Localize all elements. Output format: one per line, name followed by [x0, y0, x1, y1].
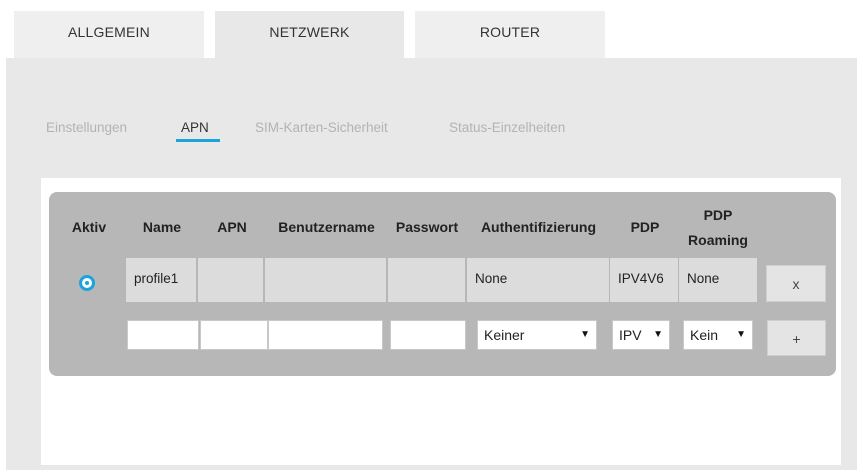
- profile-auth: None: [475, 271, 508, 286]
- tab-allgemein[interactable]: ALLGEMEIN: [14, 11, 204, 58]
- header-pdp: PDP: [630, 219, 660, 235]
- new-passwort-input[interactable]: [390, 320, 466, 350]
- cell-apn: [198, 258, 263, 302]
- profile-active-radio[interactable]: [79, 275, 95, 291]
- subtab-sim-karten-sicherheit[interactable]: SIM-Karten-Sicherheit: [255, 120, 388, 135]
- new-roaming-select[interactable]: Kein ▼: [683, 320, 753, 350]
- header-aktiv: Aktiv: [71, 219, 107, 235]
- profile-pdp-roaming: None: [687, 271, 720, 286]
- tab-allgemein-label: ALLGEMEIN: [68, 24, 150, 40]
- cell-pdp-roaming: None: [679, 258, 757, 302]
- cell-name: profile1: [126, 258, 196, 302]
- delete-profile-button[interactable]: x: [766, 265, 826, 302]
- subtab-einstellungen[interactable]: Einstellungen: [46, 120, 127, 135]
- add-label: +: [792, 331, 801, 347]
- new-pdp-select-value: IPV: [619, 327, 642, 343]
- delete-label: x: [792, 276, 800, 292]
- new-name-input[interactable]: [127, 320, 199, 350]
- cell-passwort: [388, 258, 465, 302]
- chevron-down-icon: ▼: [736, 329, 746, 340]
- header-authentifizierung: Authentifizierung: [480, 219, 597, 235]
- header-benutzername: Benutzername: [278, 219, 375, 235]
- chevron-down-icon: ▼: [653, 329, 663, 340]
- profile-pdp: IPV4V6: [618, 271, 664, 286]
- new-auth-select-value: Keiner: [484, 327, 525, 343]
- profile-name: profile1: [134, 271, 179, 286]
- cell-authentifizierung: None: [467, 258, 609, 302]
- tab-netzwerk[interactable]: NETZWERK: [215, 11, 404, 58]
- new-roaming-select-value: Kein: [690, 327, 719, 343]
- new-auth-select[interactable]: Keiner ▼: [477, 320, 597, 350]
- tab-netzwerk-label: NETZWERK: [269, 24, 350, 40]
- header-pdp-roaming-line1: PDP: [703, 207, 733, 223]
- tab-router-label: ROUTER: [479, 24, 541, 40]
- new-benutzername-input[interactable]: [268, 320, 383, 350]
- header-passwort: Passwort: [395, 219, 459, 235]
- cell-pdp: IPV4V6: [610, 258, 678, 302]
- add-profile-button[interactable]: +: [767, 320, 826, 356]
- subtab-status-einzelheiten[interactable]: Status-Einzelheiten: [449, 120, 565, 135]
- chevron-down-icon: ▼: [580, 329, 590, 340]
- cell-benutzername: [265, 258, 386, 302]
- active-subtab-indicator: [176, 139, 220, 142]
- header-pdp-roaming-line2: Roaming: [688, 232, 748, 248]
- tab-router[interactable]: ROUTER: [415, 11, 605, 58]
- header-name: Name: [142, 219, 182, 235]
- subtab-apn[interactable]: APN: [181, 120, 209, 135]
- header-apn: APN: [217, 219, 247, 235]
- new-pdp-select[interactable]: IPV ▼: [612, 320, 670, 350]
- new-apn-input[interactable]: [200, 320, 268, 350]
